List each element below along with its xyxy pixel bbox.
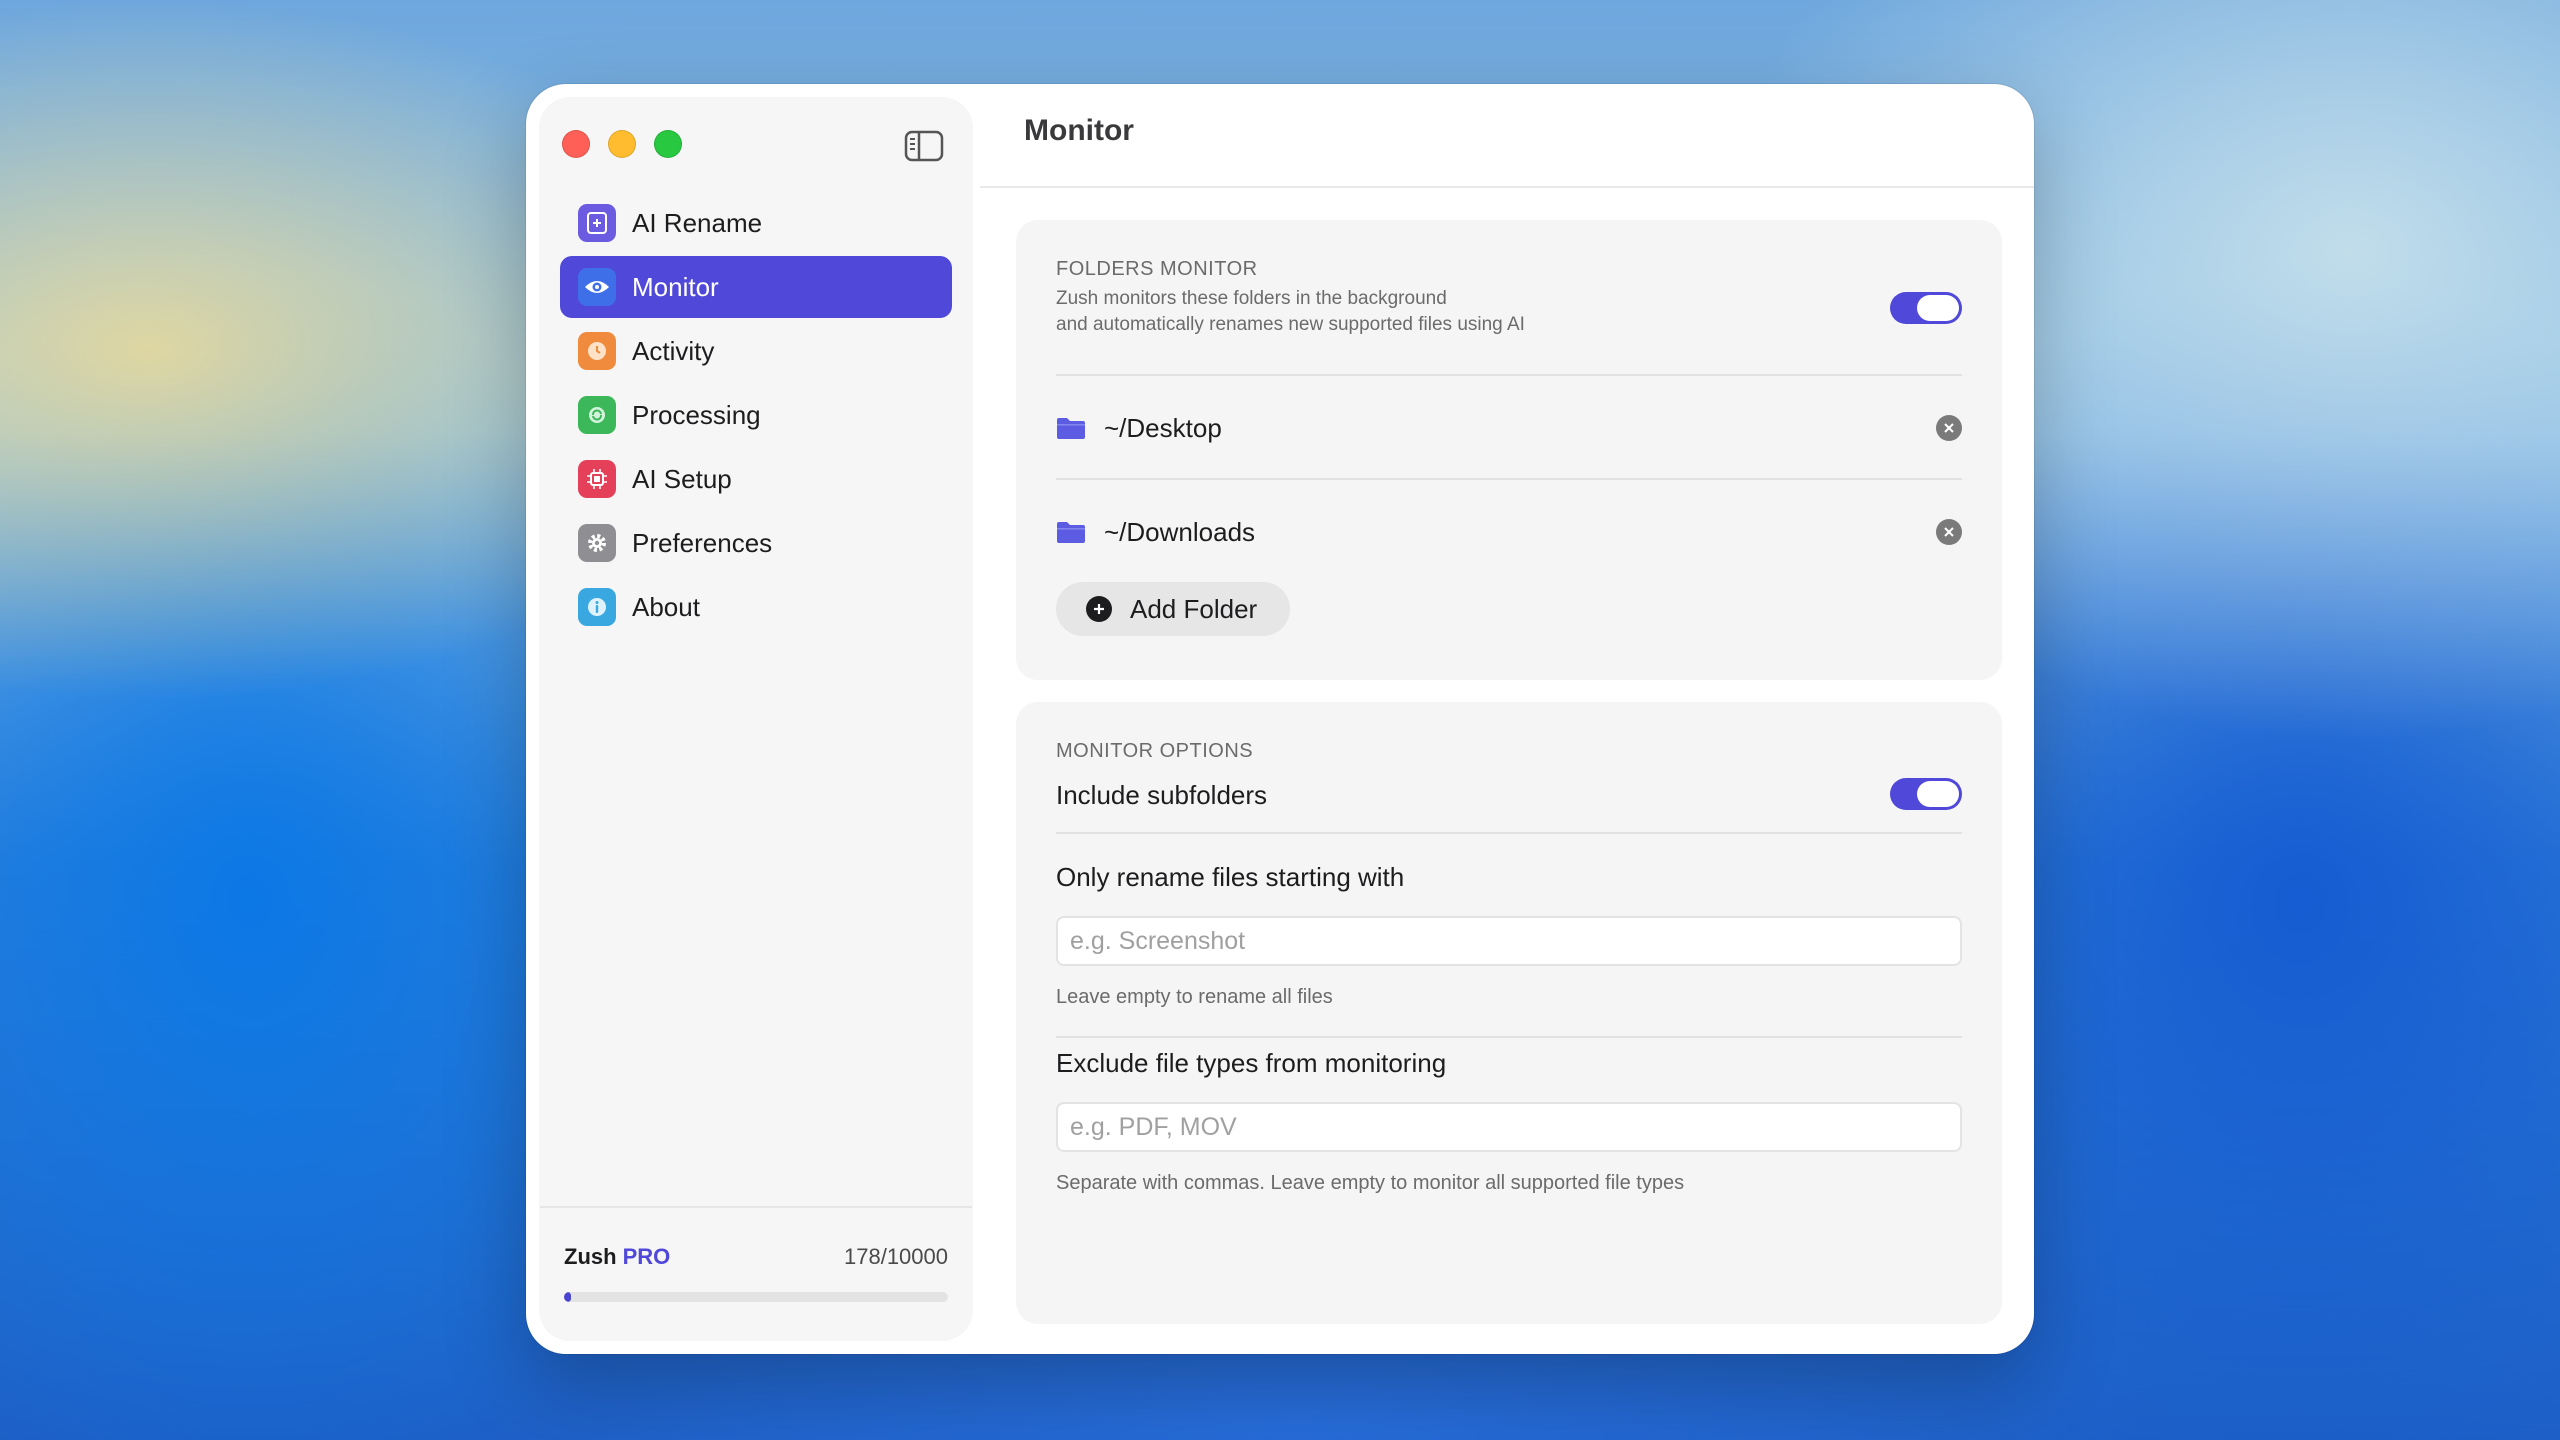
close-window-button[interactable] — [562, 130, 590, 158]
divider — [1056, 832, 1962, 834]
include-subfolders-toggle[interactable] — [1890, 778, 1962, 810]
sidebar-item-label: AI Rename — [632, 207, 763, 238]
folders-monitor-title: FOLDERS MONITOR — [1056, 258, 1258, 280]
toggle-knob — [1917, 781, 1959, 807]
sidebar-item-label: Activity — [632, 335, 715, 366]
sidebar-item-ai-setup[interactable]: AI Setup — [560, 448, 952, 510]
exclude-types-label: Exclude file types from monitoring — [1056, 1048, 1447, 1078]
folder-row: ~/Desktop — [1056, 408, 1962, 448]
app-window: AI Rename Monitor Activity Processing AI… — [526, 84, 2034, 1354]
sidebar-item-ai-rename[interactable]: AI Rename — [560, 192, 952, 254]
sidebar-toggle-icon[interactable] — [904, 130, 944, 162]
sidebar-nav: AI Rename Monitor Activity Processing AI… — [560, 192, 952, 640]
add-folder-label: Add Folder — [1130, 593, 1258, 624]
plus-icon — [1086, 596, 1112, 622]
include-subfolders-label: Include subfolders — [1056, 780, 1268, 810]
plan-name: Zush — [564, 1244, 617, 1269]
exclude-types-input[interactable] — [1056, 1102, 1962, 1152]
sidebar-footer: Zush PRO 178/10000 — [540, 1206, 972, 1340]
sidebar-item-label: Monitor — [632, 271, 719, 302]
prefix-filter-hint: Leave empty to rename all files — [1056, 986, 1333, 1008]
folders-monitor-card: FOLDERS MONITOR Zush monitors these fold… — [1016, 220, 2002, 680]
description-line: and automatically renames new supported … — [1056, 314, 1525, 335]
close-icon — [1944, 423, 1954, 433]
description-line: Zush monitors these folders in the backg… — [1056, 288, 1447, 309]
plan-tier-badge: PRO — [622, 1244, 671, 1269]
minimize-window-button[interactable] — [608, 130, 636, 158]
clock-icon — [578, 332, 616, 370]
page-title: Monitor — [1024, 114, 1134, 147]
folder-icon — [1057, 418, 1085, 439]
sidebar-item-about[interactable]: About — [560, 576, 952, 638]
toggle-knob — [1917, 295, 1959, 321]
gear-icon — [578, 524, 616, 562]
divider — [1056, 478, 1962, 480]
refresh-icon — [578, 396, 616, 434]
window-controls — [562, 130, 682, 158]
divider — [1056, 1036, 1962, 1038]
sidebar-item-label: About — [632, 591, 700, 622]
folder-path: ~/Desktop — [1104, 412, 1222, 443]
remove-folder-button[interactable] — [1936, 415, 1962, 441]
add-folder-button[interactable]: Add Folder — [1056, 582, 1290, 636]
folders-monitor-toggle[interactable] — [1890, 292, 1962, 324]
folder-row: ~/Downloads — [1056, 512, 1962, 552]
prefix-filter-input[interactable] — [1056, 916, 1962, 966]
sidebar-item-activity[interactable]: Activity — [560, 320, 952, 382]
divider — [1056, 374, 1962, 376]
monitor-options-card: MONITOR OPTIONS Include subfolders Only … — [1016, 702, 2002, 1324]
plan-label: Zush PRO — [564, 1244, 670, 1270]
sidebar-item-label: AI Setup — [632, 463, 732, 494]
main-content: Monitor FOLDERS MONITOR Zush monitors th… — [980, 84, 2034, 1354]
sidebar-item-label: Preferences — [632, 527, 773, 558]
folders-monitor-description: Zush monitors these folders in the backg… — [1056, 286, 1656, 338]
maximize-window-button[interactable] — [654, 130, 682, 158]
sidebar-item-monitor[interactable]: Monitor — [560, 256, 952, 318]
prefix-filter-label: Only rename files starting with — [1056, 862, 1405, 892]
info-icon — [578, 588, 616, 626]
monitor-options-title: MONITOR OPTIONS — [1056, 740, 1254, 762]
usage-progress-fill — [564, 1292, 571, 1302]
folder-path: ~/Downloads — [1104, 516, 1256, 547]
folder-icon — [1057, 522, 1085, 543]
usage-count: 178/10000 — [844, 1244, 948, 1269]
sidebar-item-label: Processing — [632, 399, 761, 430]
close-icon — [1944, 527, 1954, 537]
chip-icon — [578, 460, 616, 498]
sidebar-item-processing[interactable]: Processing — [560, 384, 952, 446]
eye-icon — [578, 268, 616, 306]
remove-folder-button[interactable] — [1936, 519, 1962, 545]
sidebar-item-preferences[interactable]: Preferences — [560, 512, 952, 574]
exclude-types-hint: Separate with commas. Leave empty to mon… — [1056, 1172, 1685, 1194]
usage-progress-bar — [564, 1292, 948, 1302]
ai-rename-icon — [578, 204, 616, 242]
header: Monitor — [980, 84, 2034, 188]
sidebar: AI Rename Monitor Activity Processing AI… — [540, 98, 972, 1340]
